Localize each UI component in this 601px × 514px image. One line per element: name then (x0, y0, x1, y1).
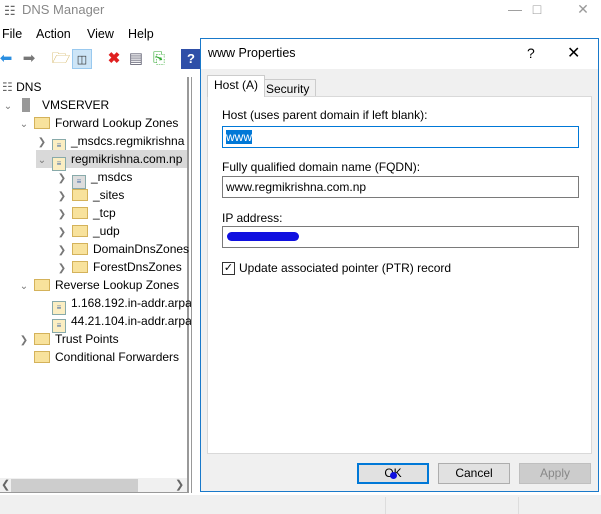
folder-icon (72, 189, 88, 201)
close-button[interactable]: ✕ (560, 0, 601, 22)
dialog-titlebar: www Properties ? ✕ (201, 39, 598, 69)
tree-item-zone-selected[interactable]: ⌄ ≡ regmikrishna.com.np (36, 150, 187, 171)
tree-item-tcp[interactable]: ❯ _tcp (56, 204, 116, 222)
chevron-down-icon[interactable]: ⌄ (36, 152, 48, 170)
host-label: Host (uses parent domain if left blank): (222, 108, 428, 122)
folder-icon (72, 207, 88, 219)
folder-icon (72, 225, 88, 237)
tree-item-reverse-zone-1[interactable]: ≡ 1.168.192.in-addr.arpa (48, 294, 192, 315)
ptr-label[interactable]: Update associated pointer (PTR) record (239, 261, 451, 275)
folder-icon (72, 243, 88, 255)
tree-item-conditional-forwarders[interactable]: Conditional Forwarders (30, 348, 179, 366)
server-icon (22, 98, 30, 112)
console-tree: ☷ DNS ⌄ VMSERVER ⌄ Forward Lookup Zones ❯ ≡… (0, 77, 192, 493)
folder-icon (34, 333, 50, 345)
app-titlebar: ☷ DNS Manager — □ ✕ (0, 0, 601, 22)
tree-item-server[interactable]: ⌄ VMSERVER (2, 96, 109, 114)
tab-host-a[interactable]: Host (A) (207, 75, 266, 97)
app-title: DNS Manager (22, 2, 105, 17)
ptr-checkbox[interactable]: ✓ (222, 262, 235, 275)
ip-label: IP address: (222, 211, 283, 225)
properties-icon[interactable]: ▤ (126, 49, 146, 69)
help-icon[interactable]: ? (181, 49, 201, 69)
cancel-button[interactable]: Cancel (438, 463, 510, 484)
tree-item-forward-zones[interactable]: ⌄ Forward Lookup Zones (18, 114, 179, 134)
cursor-marker (390, 472, 397, 479)
menu-file[interactable]: File (2, 27, 22, 41)
delete-icon[interactable]: ✖ (104, 49, 124, 69)
maximize-button[interactable]: □ (514, 0, 560, 22)
fqdn-field: www.regmikrishna.com.np (222, 176, 579, 198)
tree-item-dns[interactable]: ☷ DNS (2, 78, 41, 96)
tree-item-udp[interactable]: ❯ _udp (56, 222, 120, 240)
dialog-close-button[interactable]: ✕ (567, 43, 580, 63)
back-icon[interactable]: ⬅ (0, 49, 16, 69)
tree-item-forestdnszones[interactable]: ❯ ForestDnsZones (56, 258, 182, 276)
forward-icon[interactable]: ➡ (19, 49, 39, 69)
folder-icon (34, 351, 50, 363)
status-bar (0, 495, 601, 514)
scroll-left-icon[interactable]: ❮ (1, 478, 10, 491)
chevron-right-icon[interactable]: ❯ (18, 332, 30, 350)
tree-item-reverse-zones[interactable]: ⌄ Reverse Lookup Zones (18, 276, 179, 294)
export-list-icon[interactable]: ⎘ (149, 49, 169, 69)
ip-address-input[interactable] (222, 226, 579, 248)
dns-app-icon: ☷ (4, 3, 16, 18)
show-hide-tree-icon[interactable]: ◫ (72, 49, 92, 69)
chevron-down-icon[interactable]: ⌄ (18, 278, 30, 296)
tree-item-msdcs[interactable]: ❯ ≡ _msdcs (56, 168, 132, 189)
up-folder-icon[interactable]: 🗁 (51, 49, 71, 69)
scrollbar-thumb[interactable] (11, 479, 138, 492)
tree-item-msdcs-zone[interactable]: ❯ ≡ _msdcs.regmikrishna (36, 132, 184, 153)
scroll-right-icon[interactable]: ❯ (175, 478, 184, 491)
tab-security[interactable]: Security (259, 79, 317, 97)
folder-icon (72, 261, 88, 273)
chevron-down-icon[interactable]: ⌄ (18, 116, 30, 134)
dialog-title: www Properties (208, 46, 296, 60)
tree-item-reverse-zone-2[interactable]: ≡ 44.21.104.in-addr.arpa (48, 312, 192, 333)
tab-panel-host: Host (uses parent domain if left blank):… (207, 96, 592, 454)
fqdn-label: Fully qualified domain name (FQDN): (222, 160, 421, 174)
folder-icon (34, 279, 50, 291)
menu-help[interactable]: Help (128, 27, 154, 41)
chevron-down-icon[interactable]: ⌄ (2, 98, 14, 116)
menu-action[interactable]: Action (36, 27, 71, 41)
menu-view[interactable]: View (87, 27, 114, 41)
tree-horizontal-scrollbar[interactable]: ❮ ❯ (0, 478, 187, 492)
tree-item-domaindnszones[interactable]: ❯ DomainDnsZones (56, 240, 189, 258)
tree-item-trust-points[interactable]: ❯ Trust Points (18, 330, 119, 348)
dns-icon: ☷ (2, 80, 13, 94)
properties-dialog: www Properties ? ✕ Host (A) Security Hos… (200, 38, 599, 492)
host-input[interactable]: www (222, 126, 579, 148)
redaction-scribble (227, 232, 299, 241)
apply-button[interactable]: Apply (519, 463, 591, 484)
dialog-help-button[interactable]: ? (527, 45, 535, 61)
folder-icon (34, 117, 50, 129)
tree-item-sites[interactable]: ❯ _sites (56, 186, 125, 204)
